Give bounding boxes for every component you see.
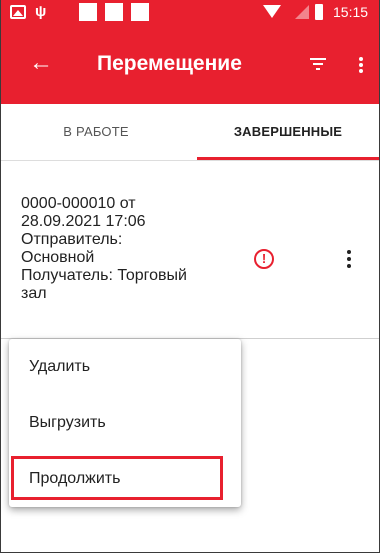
notification-block-icon — [105, 3, 123, 21]
document-number: 0000-000010 от — [21, 195, 136, 212]
sender-value: Основной — [21, 249, 95, 266]
menu-item-label: Удалить — [29, 358, 91, 375]
more-vert-icon-dot — [359, 69, 363, 73]
filter-icon-line — [313, 63, 323, 65]
document-details: 0000-000010 от 28.09.2021 17:06 Отправит… — [21, 195, 241, 303]
phone-screen: ψ 15:15 ← Перемещение В РАБОТЕ ЗАВЕРШЕНН… — [0, 0, 380, 553]
active-tab-indicator — [197, 157, 379, 160]
image-icon — [10, 5, 26, 19]
usb-icon: ψ — [35, 3, 47, 20]
warning-symbol: ! — [261, 251, 267, 266]
warning-circle-icon[interactable]: ! — [254, 249, 274, 269]
menu-item-export[interactable]: Выгрузить — [9, 395, 241, 451]
more-options-button[interactable] — [351, 52, 371, 76]
status-bar: ψ 15:15 — [1, 0, 379, 24]
signal-icon — [295, 5, 309, 19]
battery-icon — [315, 4, 323, 20]
document-date: 28.09.2021 17:06 — [21, 213, 146, 230]
filter-button[interactable] — [307, 55, 329, 73]
notification-block-icon — [131, 3, 149, 21]
app-bar: ← Перемещение — [1, 24, 379, 104]
menu-item-label: Выгрузить — [29, 414, 106, 431]
back-button[interactable]: ← — [29, 49, 53, 76]
tab-completed[interactable]: ЗАВЕРШЕННЫЕ — [197, 104, 379, 160]
arrow-back-icon: ← — [29, 49, 53, 76]
more-vert-icon-dot — [359, 63, 363, 67]
menu-item-delete[interactable]: Удалить — [9, 339, 241, 395]
menu-item-label: Продолжить — [29, 470, 121, 487]
more-vert-icon-dot — [347, 264, 351, 268]
receiver-value: зал — [21, 285, 47, 302]
wifi-icon — [263, 5, 281, 18]
more-vert-icon-dot — [347, 257, 351, 261]
more-vert-icon — [347, 250, 351, 254]
sender-label: Отправитель: — [21, 231, 123, 248]
more-vert-icon — [359, 57, 363, 61]
receiver-label: Получатель: Торговый — [21, 267, 187, 284]
list-item[interactable]: 0000-000010 от 28.09.2021 17:06 Отправит… — [1, 161, 379, 339]
status-time: 15:15 — [333, 4, 369, 20]
tab-in-work[interactable]: В РАБОТЕ — [1, 104, 191, 160]
item-more-button[interactable] — [339, 247, 359, 271]
tab-bar: В РАБОТЕ ЗАВЕРШЕННЫЕ — [1, 104, 379, 161]
notification-block-icon — [79, 3, 97, 21]
page-title: Перемещение — [97, 52, 242, 75]
filter-icon — [310, 58, 326, 60]
filter-icon-line — [316, 68, 320, 70]
menu-item-continue[interactable]: Продолжить — [9, 451, 241, 507]
context-menu: Удалить Выгрузить Продолжить — [9, 339, 241, 507]
